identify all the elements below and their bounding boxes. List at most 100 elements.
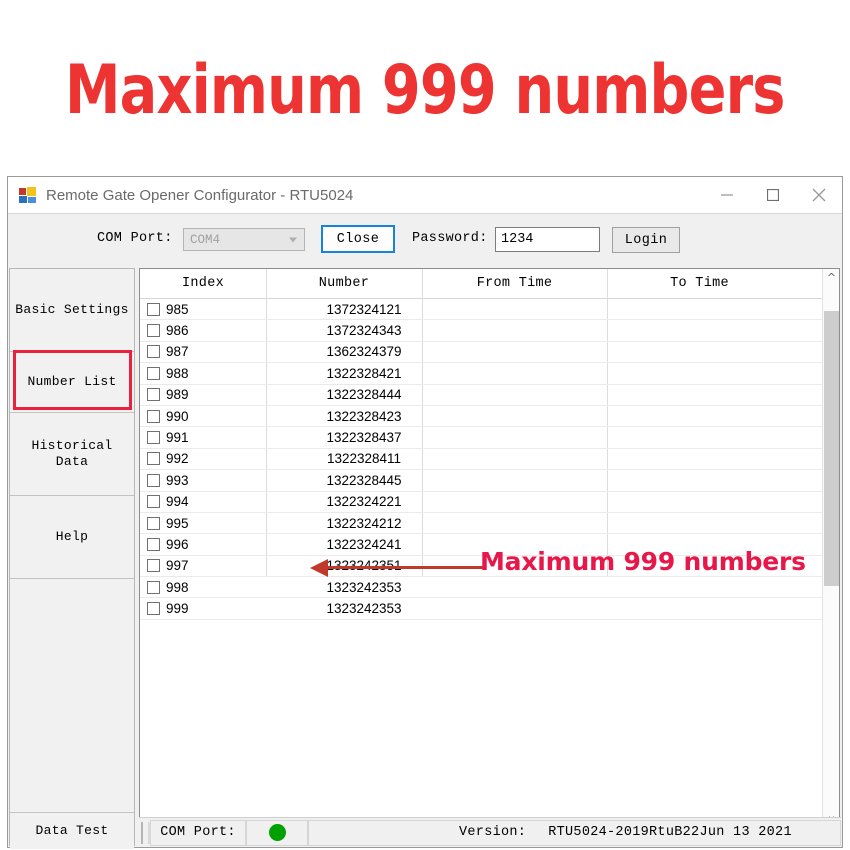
- cell-index: 999: [166, 601, 189, 617]
- table-row[interactable]: 999 1323242353: [140, 598, 839, 620]
- close-connection-button[interactable]: Close: [321, 225, 395, 253]
- sidebar-item-basic-settings[interactable]: Basic Settings: [10, 269, 134, 352]
- sidebar-item-label: Historical Data: [31, 437, 113, 469]
- table-row[interactable]: 986 1372324343: [140, 320, 839, 342]
- connection-toolbar: COM Port: COM4 Close Password: 1234 Logi…: [8, 214, 842, 266]
- table-row[interactable]: 995 1322324212: [140, 513, 839, 535]
- column-header-index[interactable]: Index: [140, 269, 266, 298]
- cell-number: 1322324212: [326, 515, 402, 531]
- sidebar-item-data-test[interactable]: Data Test: [10, 813, 134, 849]
- cell-number: 1322324221: [326, 494, 402, 510]
- app-icon: [19, 186, 36, 204]
- row-checkbox[interactable]: [147, 516, 160, 530]
- close-icon[interactable]: [796, 177, 842, 213]
- annotation-arrow-line: [328, 566, 483, 569]
- cell-index: 998: [166, 579, 189, 595]
- password-input[interactable]: 1234: [495, 227, 600, 252]
- table-row[interactable]: 987 1362324379: [140, 342, 839, 364]
- row-checkbox[interactable]: [147, 495, 160, 509]
- title-bar: Remote Gate Opener Configurator - RTU502…: [8, 177, 842, 214]
- banner-text: Maximum 999 numbers: [65, 51, 785, 130]
- row-checkbox[interactable]: [147, 324, 160, 338]
- table-row[interactable]: 985 1372324121: [140, 299, 839, 321]
- grid-vertical-scrollbar[interactable]: ^ ∨: [822, 269, 839, 828]
- sidebar-item-label: Data Test: [35, 822, 109, 838]
- grid-inner: Index Number From Time To Time 985 137232…: [140, 269, 839, 845]
- cell-number: 1322328445: [326, 472, 402, 488]
- row-checkbox[interactable]: [147, 537, 160, 551]
- table-row[interactable]: 993 1322328445: [140, 470, 839, 492]
- row-checkbox[interactable]: [147, 302, 160, 316]
- grid-annotation-text: Maximum 999 numbers: [480, 547, 806, 576]
- row-checkbox[interactable]: [147, 431, 160, 445]
- row-checkbox[interactable]: [147, 473, 160, 487]
- column-header-to-time[interactable]: To Time: [607, 269, 792, 298]
- cell-number: 1322328423: [326, 408, 402, 424]
- minimize-icon[interactable]: [704, 177, 750, 213]
- sidebar-item-label: Basic Settings: [15, 301, 129, 317]
- status-version-area: Version: RTU5024-2019RtuB22Jun 13 2021: [308, 819, 841, 846]
- sidebar-item-historical-data[interactable]: Historical Data: [10, 413, 134, 496]
- cell-index: 989: [166, 387, 189, 403]
- sidebar-item-label: Help: [55, 528, 89, 544]
- row-checkbox[interactable]: [147, 409, 160, 423]
- table-row[interactable]: 998 1323242353: [140, 577, 839, 599]
- number-list-grid: Index Number From Time To Time 985 137232…: [139, 268, 840, 846]
- status-com-port-label: COM Port:: [150, 819, 246, 846]
- sidebar-item-help[interactable]: Help: [10, 496, 134, 579]
- sidebar-empty-area: [10, 579, 134, 813]
- table-row[interactable]: 988 1322328421: [140, 363, 839, 385]
- screenshot-root: Maximum 999 numbers Remote Gate Opener C…: [0, 0, 850, 850]
- cell-number: 1372324343: [326, 323, 402, 339]
- row-checkbox[interactable]: [147, 345, 160, 359]
- banner-annotation: Maximum 999 numbers: [0, 36, 850, 146]
- table-row[interactable]: 991 1322328437: [140, 427, 839, 449]
- window-title: Remote Gate Opener Configurator - RTU502…: [46, 186, 354, 204]
- vertical-scrollbar-thumb[interactable]: [824, 311, 839, 586]
- application-window: Remote Gate Opener Configurator - RTU502…: [7, 176, 843, 849]
- sidebar-item-number-list[interactable]: Number List: [10, 352, 134, 413]
- row-checkbox[interactable]: [147, 388, 160, 402]
- cell-index: 993: [166, 472, 189, 488]
- row-checkbox[interactable]: [147, 559, 160, 573]
- table-row[interactable]: 990 1322328423: [140, 406, 839, 428]
- window-body: Basic Settings Number List Historical Da…: [8, 266, 842, 849]
- sidebar: Basic Settings Number List Historical Da…: [9, 268, 135, 849]
- cell-index: 987: [166, 344, 189, 360]
- version-value: RTU5024-2019RtuB22Jun 13 2021: [548, 825, 792, 840]
- cell-index: 991: [166, 430, 189, 446]
- window-controls: [704, 177, 842, 213]
- maximize-icon[interactable]: [750, 177, 796, 213]
- row-checkbox[interactable]: [147, 602, 160, 616]
- table-row[interactable]: 992 1322328411: [140, 449, 839, 471]
- scroll-up-icon[interactable]: ^: [823, 269, 839, 286]
- column-header-number[interactable]: Number: [266, 269, 422, 298]
- cell-number: 1322324241: [326, 536, 402, 552]
- cell-number: 1323242353: [326, 579, 402, 595]
- row-checkbox[interactable]: [147, 366, 160, 380]
- table-row[interactable]: 989 1322328444: [140, 385, 839, 406]
- status-connection-indicator: [246, 819, 308, 846]
- sidebar-item-label: Number List: [27, 373, 117, 389]
- cell-number: 1322328444: [326, 387, 402, 403]
- status-bar: COM Port: Version: RTU5024-2019RtuB22Jun…: [139, 817, 841, 847]
- table-row[interactable]: 994 1322324221: [140, 492, 839, 513]
- column-header-from-time[interactable]: From Time: [422, 269, 607, 298]
- cell-number: 1322328437: [326, 430, 402, 446]
- com-port-value: COM4: [190, 232, 221, 247]
- cell-index: 990: [166, 408, 189, 424]
- cell-index: 992: [166, 451, 189, 467]
- com-port-select[interactable]: COM4: [183, 228, 305, 251]
- cell-number: 1323242353: [326, 601, 402, 617]
- cell-index: 986: [166, 323, 189, 339]
- cell-index: 995: [166, 515, 189, 531]
- version-label: Version:: [459, 825, 527, 840]
- cell-index: 997: [166, 558, 189, 574]
- green-status-dot-icon: [268, 824, 286, 841]
- row-checkbox[interactable]: [147, 452, 160, 466]
- com-port-label: COM Port:: [97, 231, 173, 246]
- cell-number: 1322328411: [326, 451, 402, 467]
- row-checkbox[interactable]: [147, 580, 160, 594]
- login-button[interactable]: Login: [612, 227, 680, 253]
- cell-number: 1362324379: [326, 344, 402, 360]
